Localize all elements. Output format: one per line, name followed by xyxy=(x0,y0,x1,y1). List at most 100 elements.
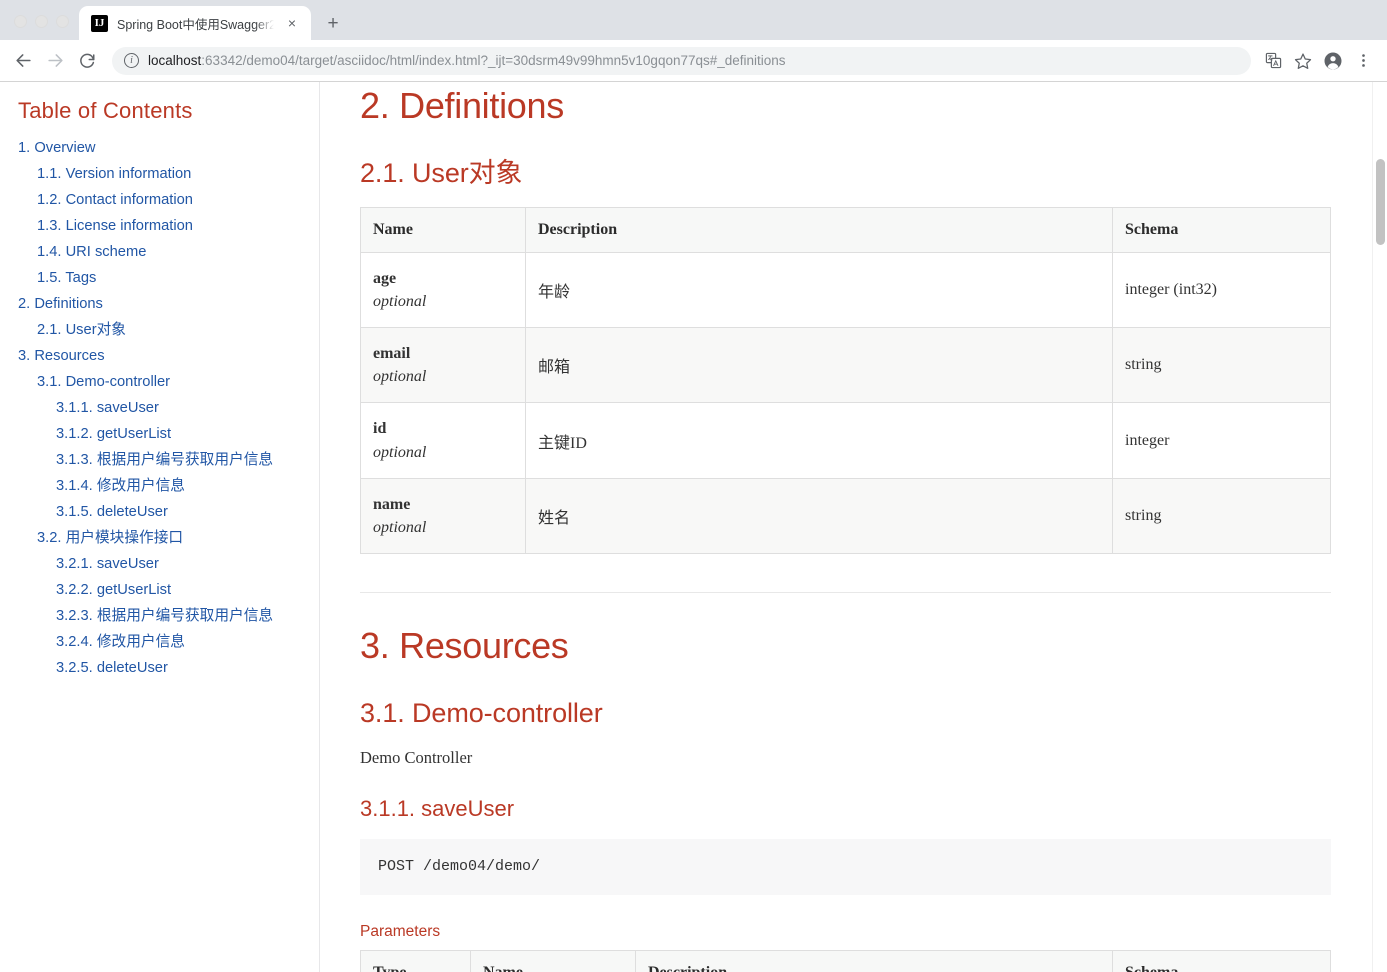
vertical-scrollbar[interactable] xyxy=(1372,82,1387,972)
intellij-idea-icon: IJ xyxy=(91,14,108,32)
toc-item-user-object[interactable]: 2.1. User对象 xyxy=(18,317,319,343)
tab-title: Spring Boot中使用Swagger2构 xyxy=(117,17,274,32)
cell-name: email optional xyxy=(360,326,526,404)
field-name: age xyxy=(373,269,397,287)
toc-item-321-saveuser[interactable]: 3.2.1. saveUser xyxy=(18,551,319,577)
scrollbar-thumb[interactable] xyxy=(1376,159,1385,245)
toc-link[interactable]: 3.1.3. 根据用户编号获取用户信息 xyxy=(56,452,273,468)
table-body: age optional 年龄 integer (int32) email op… xyxy=(360,251,1331,555)
toc-item-user-module-api[interactable]: 3.2. 用户模块操作接口 xyxy=(18,525,319,551)
toc-item-contact-information[interactable]: 1.2. Contact information xyxy=(18,187,319,213)
avatar-glyph xyxy=(1324,52,1342,69)
cell-name: age optional xyxy=(360,251,526,328)
toc-link[interactable]: 3. Resources xyxy=(18,348,105,364)
url-host: localhost xyxy=(148,53,202,68)
new-tab-button[interactable]: + xyxy=(319,9,347,37)
toc-item-315-deleteuser[interactable]: 3.1.5. deleteUser xyxy=(18,499,319,525)
toc-link[interactable]: 1.3. License information xyxy=(37,218,193,234)
forward-button[interactable] xyxy=(40,46,70,76)
browser-toolbar: i localhost:63342/demo04/target/asciidoc… xyxy=(0,40,1387,82)
cell-description: 邮箱 xyxy=(525,326,1113,404)
heading-user-object: 2.1. User对象 xyxy=(360,158,523,189)
maximize-window-button[interactable] xyxy=(56,15,69,28)
toc-link[interactable]: 1.2. Contact information xyxy=(37,192,193,208)
column-header-name: Name xyxy=(360,207,526,253)
field-name: id xyxy=(373,420,387,438)
toc-link[interactable]: 3.1. Demo-controller xyxy=(37,374,170,390)
document-content: 2. Definitions 2.1. User对象 Name Descript… xyxy=(320,82,1387,972)
close-window-button[interactable] xyxy=(14,15,27,28)
toc-link[interactable]: 1. Overview xyxy=(18,140,96,156)
table-row: age optional 年龄 integer (int32) xyxy=(360,251,1331,328)
toc-link[interactable]: 1.4. URI scheme xyxy=(37,244,146,260)
tab-strip: IJ Spring Boot中使用Swagger2构 × + xyxy=(0,0,1387,40)
reload-button[interactable] xyxy=(72,46,102,76)
table-row: id optional 主键ID integer xyxy=(360,402,1331,479)
translate-icon[interactable] xyxy=(1259,47,1287,75)
toc-item-311-saveuser[interactable]: 3.1.1. saveUser xyxy=(18,395,319,421)
column-header-schema: Schema xyxy=(1112,207,1331,253)
page-body: Table of Contents 1. Overview 1.1. Versi… xyxy=(0,82,1387,972)
table-head: Type Name Description Schema xyxy=(360,950,1331,972)
user-definition-table: Name Description Schema age optional 年龄 xyxy=(360,206,1331,555)
column-header-description: Description xyxy=(525,207,1113,253)
toc-item-312-getuserlist[interactable]: 3.1.2. getUserList xyxy=(18,421,319,447)
section-divider xyxy=(360,592,1331,594)
minimize-window-button[interactable] xyxy=(35,15,48,28)
toc-link[interactable]: 3.2. 用户模块操作接口 xyxy=(37,530,183,546)
browser-tab[interactable]: IJ Spring Boot中使用Swagger2构 × xyxy=(79,6,311,40)
toc-item-overview[interactable]: 1. Overview xyxy=(18,135,319,161)
toc-item-313-get-user-by-id[interactable]: 3.1.3. 根据用户编号获取用户信息 xyxy=(18,447,319,473)
table-head: Name Description Schema xyxy=(360,207,1331,253)
browser-window: IJ Spring Boot中使用Swagger2构 × + i localho… xyxy=(0,0,1387,972)
toc-link[interactable]: 3.2.4. 修改用户信息 xyxy=(56,634,185,650)
url-text: localhost:63342/demo04/target/asciidoc/h… xyxy=(148,53,786,68)
field-name: email xyxy=(373,344,411,362)
toc-link[interactable]: 2. Definitions xyxy=(18,296,103,312)
toc-link[interactable]: 3.1.1. saveUser xyxy=(56,400,159,416)
reload-icon xyxy=(80,53,95,68)
heading-definitions: 2. Definitions xyxy=(360,85,564,126)
more-menu-icon[interactable] xyxy=(1349,47,1377,75)
toc-item-license-information[interactable]: 1.3. License information xyxy=(18,213,319,239)
toc-link[interactable]: 3.2.2. getUserList xyxy=(56,582,171,598)
cell-schema: integer (int32) xyxy=(1112,251,1331,328)
toc-link[interactable]: 3.1.4. 修改用户信息 xyxy=(56,478,185,494)
three-dots-glyph xyxy=(1361,54,1365,67)
table-row: name optional 姓名 string xyxy=(360,477,1331,555)
toc-item-resources[interactable]: 3. Resources xyxy=(18,343,319,369)
field-qualifier: optional xyxy=(373,292,427,310)
address-bar[interactable]: i localhost:63342/demo04/target/asciidoc… xyxy=(112,46,1251,75)
toc-item-uri-scheme[interactable]: 1.4. URI scheme xyxy=(18,239,319,265)
toc-link[interactable]: 3.2.3. 根据用户编号获取用户信息 xyxy=(56,608,273,624)
field-qualifier: optional xyxy=(373,368,427,386)
close-icon[interactable]: × xyxy=(283,14,301,32)
toc-item-tags[interactable]: 1.5. Tags xyxy=(18,265,319,291)
toc-item-324-update-user[interactable]: 3.2.4. 修改用户信息 xyxy=(18,629,319,655)
toc-item-323-get-user-by-id[interactable]: 3.2.3. 根据用户编号获取用户信息 xyxy=(18,603,319,629)
toc-item-322-getuserlist[interactable]: 3.2.2. getUserList xyxy=(18,577,319,603)
window-controls xyxy=(8,15,79,40)
page-info-icon[interactable]: i xyxy=(124,53,139,68)
toc-link[interactable]: 3.2.1. saveUser xyxy=(56,556,159,572)
toc-link[interactable]: 1.5. Tags xyxy=(37,270,96,286)
cell-schema: string xyxy=(1112,477,1331,555)
toc-link[interactable]: 3.1.2. getUserList xyxy=(56,426,171,442)
column-header-description: Description xyxy=(635,950,1113,972)
profile-avatar-icon[interactable] xyxy=(1319,47,1347,75)
toc-list: 1. Overview 1.1. Version information 1.2… xyxy=(18,135,319,681)
toc-item-definitions[interactable]: 2. Definitions xyxy=(18,291,319,317)
toc-link[interactable]: 2.1. User对象 xyxy=(37,322,126,338)
toc-item-demo-controller[interactable]: 3.1. Demo-controller xyxy=(18,369,319,395)
bookmark-star-icon[interactable] xyxy=(1289,47,1317,75)
toc-item-314-update-user[interactable]: 3.1.4. 修改用户信息 xyxy=(18,473,319,499)
toc-link[interactable]: 3.1.5. deleteUser xyxy=(56,504,168,520)
toc-link[interactable]: 1.1. Version information xyxy=(37,166,191,182)
back-button[interactable] xyxy=(8,46,38,76)
toc-item-325-deleteuser[interactable]: 3.2.5. deleteUser xyxy=(18,655,319,681)
forward-arrow-icon xyxy=(47,54,63,67)
heading-resources: 3. Resources xyxy=(360,625,569,667)
toc-link[interactable]: 3.2.5. deleteUser xyxy=(56,660,168,676)
toc-item-version-information[interactable]: 1.1. Version information xyxy=(18,161,319,187)
column-header-type: Type xyxy=(360,950,471,972)
